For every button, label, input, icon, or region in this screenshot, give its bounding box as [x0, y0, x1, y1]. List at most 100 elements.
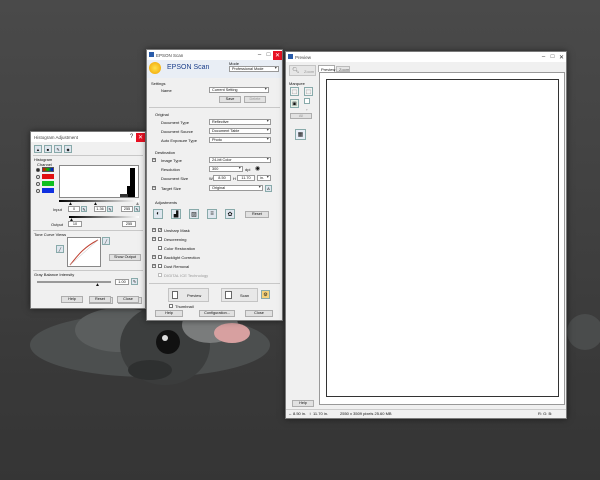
white-eyedropper-icon[interactable]: ✎ — [134, 206, 140, 212]
histogram-reset-button-visible[interactable]: Reset — [89, 296, 111, 303]
epson-help-button[interactable]: Help — [155, 310, 183, 317]
divider — [33, 270, 143, 271]
zoom-button-label: Zoom — [304, 69, 315, 74]
backlight-correction-checkbox[interactable] — [158, 255, 162, 259]
input-mid-field[interactable]: 1.36 — [94, 206, 106, 212]
resolution-label: Resolution — [161, 167, 180, 172]
input-white-field[interactable]: 255 — [121, 206, 133, 212]
document-width-field[interactable]: 8.50 — [213, 175, 231, 181]
color-adjust-icon[interactable]: ▦ — [295, 129, 306, 140]
output-black-field[interactable]: 10 — [68, 221, 82, 227]
close-icon[interactable]: ✕ — [136, 132, 145, 142]
dust-removal-checkbox[interactable] — [158, 264, 162, 268]
backlight-correction-expand-icon[interactable]: + — [152, 255, 156, 259]
orientation-icon[interactable]: A — [265, 185, 272, 192]
add-marquee-icon[interactable]: ⬚ — [290, 87, 299, 96]
adjustments-reset-button[interactable]: Reset — [245, 211, 269, 218]
unsharp-mask-checkbox[interactable]: ✓ — [158, 228, 162, 232]
show-output-button[interactable]: Show Output — [109, 254, 141, 261]
close-icon[interactable]: ✕ — [557, 52, 566, 62]
maximize-icon[interactable]: □ — [548, 53, 557, 62]
marquee-dot-icon: ◦ — [306, 107, 308, 112]
digital-ice-checkbox[interactable] — [158, 273, 162, 277]
epson-title-icon — [149, 52, 154, 57]
gray-eyedropper-icon[interactable]: ✎ — [54, 145, 62, 153]
auto-locate-icon[interactable]: ▣ — [290, 99, 299, 108]
zoom-button[interactable]: 🔍︎ Zoom — [289, 65, 316, 76]
histogram-save-icon[interactable]: ■ — [44, 145, 52, 153]
configuration-button[interactable]: Configuration... — [199, 310, 235, 317]
gray-balance-handle[interactable]: ▲ — [95, 282, 100, 288]
scan-settings-icon[interactable]: ⚙ — [261, 290, 270, 299]
descreening-expand-icon[interactable]: + — [152, 237, 156, 241]
black-eyedropper-icon[interactable]: ✎ — [81, 206, 87, 212]
tone-correction-icon[interactable]: ▨ — [189, 209, 199, 219]
auto-exposure-label: Auto Exposure Type — [161, 138, 197, 143]
mode-select[interactable]: Professional Mode — [229, 66, 279, 72]
document-type-select[interactable]: Reflective — [209, 119, 271, 125]
tone-curve-label: Tone Curve Views — [34, 232, 67, 237]
name-label: Name — [161, 88, 172, 93]
auto-exposure-icon[interactable]: ◐ — [153, 209, 163, 219]
target-size-select[interactable]: Original — [209, 185, 263, 191]
tab-preview[interactable]: Preview — [318, 65, 335, 72]
divider — [33, 155, 143, 156]
delete-button[interactable]: Delete — [244, 96, 266, 103]
descreening-checkbox[interactable] — [158, 237, 162, 241]
channel-radio-red[interactable] — [36, 175, 40, 179]
channel-radio-green[interactable] — [36, 182, 40, 186]
scan-area-frame — [326, 79, 559, 397]
color-picker-icon[interactable]: ◆ — [64, 145, 72, 153]
document-size-unit-select[interactable]: in. — [257, 175, 271, 181]
thumbnail-checkbox[interactable] — [169, 304, 173, 308]
dust-removal-expand-icon[interactable]: + — [152, 264, 156, 268]
gray-balance-field[interactable]: 1.00 — [115, 279, 129, 285]
minimize-icon[interactable]: – — [255, 51, 264, 60]
backlight-correction-label: Backlight Correction — [164, 255, 200, 260]
document-source-select[interactable]: Document Table — [209, 128, 271, 134]
save-button[interactable]: Save — [219, 96, 241, 103]
preview-button[interactable]: Preview — [168, 288, 209, 302]
target-size-expand-icon[interactable]: + — [152, 186, 156, 190]
document-height-field[interactable]: 11.70 — [237, 175, 255, 181]
preview-window-title: Preview — [295, 54, 312, 60]
histogram-help-button-visible[interactable]: Help — [61, 296, 83, 303]
settings-name-select[interactable]: Current Setting — [209, 87, 269, 93]
scan-button[interactable]: Scan — [221, 288, 258, 302]
preview-eye-icon[interactable]: ◉ — [255, 165, 260, 172]
gray-balance-eyedropper-icon[interactable]: ✎ — [131, 278, 138, 285]
resolution-select[interactable]: 300 — [209, 166, 243, 172]
preview-status-bar: ↔ 8.50 in. ↕ 11.70 in. 2550 x 3509 pixel… — [286, 409, 566, 418]
delete-marquee-icon[interactable]: ⬚ — [304, 87, 313, 96]
channel-radio-blue[interactable] — [36, 189, 40, 193]
copy-marquee-icon[interactable] — [304, 98, 310, 104]
minimize-icon[interactable]: – — [539, 53, 548, 62]
color-restoration-checkbox[interactable] — [158, 246, 162, 250]
gray-eyedropper-small-icon[interactable]: ✎ — [107, 206, 113, 212]
image-type-expand-icon[interactable]: + — [152, 158, 156, 162]
input-black-field[interactable]: 0 — [68, 206, 80, 212]
auto-exposure-select[interactable]: Photo — [209, 137, 271, 143]
select-all-button[interactable]: All — [290, 113, 312, 119]
output-slider-track[interactable] — [69, 216, 139, 218]
image-type-select[interactable]: 24-bit Color — [209, 157, 271, 163]
unsharp-mask-label: Unsharp Mask — [164, 228, 190, 233]
channel-swatch-red — [42, 174, 54, 179]
preview-help-button[interactable]: Help — [292, 400, 314, 407]
output-curve-icon[interactable]: ╱ — [102, 237, 110, 245]
histogram-adjustment-icon[interactable]: ▟ — [171, 209, 181, 219]
histogram-load-icon[interactable]: ▲ — [34, 145, 42, 153]
output-white-field[interactable]: 255 — [122, 221, 136, 227]
epson-close-button[interactable]: Close — [245, 310, 273, 317]
input-curve-icon[interactable]: ╱ — [56, 245, 64, 253]
close-icon[interactable]: ✕ — [273, 50, 282, 60]
image-adjustment-icon[interactable]: ≡ — [207, 209, 217, 219]
document-source-label: Document Source — [161, 129, 194, 134]
channel-radio-rgb[interactable] — [36, 168, 40, 172]
preview-canvas[interactable] — [319, 72, 565, 405]
color-palette-icon[interactable]: ✿ — [225, 209, 235, 219]
maximize-icon[interactable]: □ — [264, 51, 273, 60]
help-question-icon[interactable]: ? — [127, 133, 136, 142]
unsharp-mask-expand-icon[interactable]: + — [152, 228, 156, 232]
histogram-close-button-visible[interactable]: Close — [117, 296, 139, 303]
